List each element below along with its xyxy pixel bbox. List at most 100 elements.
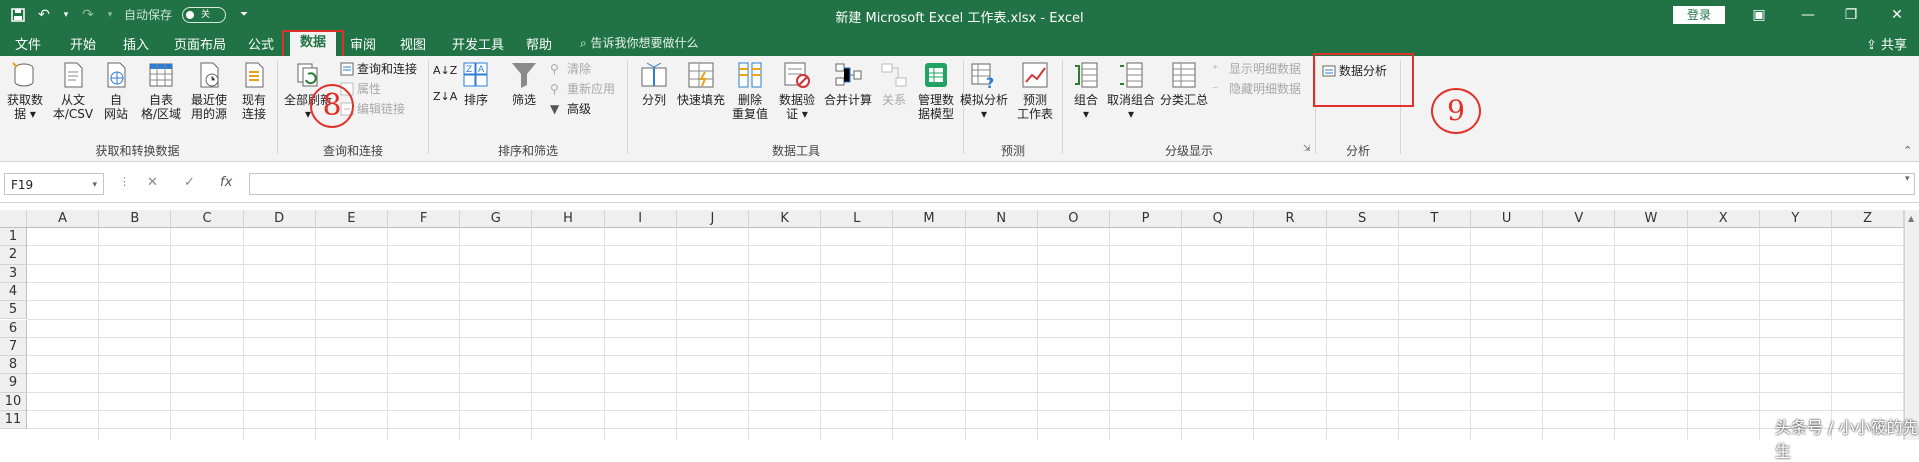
column-header[interactable]: D bbox=[243, 210, 316, 228]
tab-page-layout[interactable]: 页面布局 bbox=[174, 34, 226, 53]
column-header[interactable]: Y bbox=[1759, 210, 1832, 228]
scroll-up-icon[interactable]: ▲ bbox=[1908, 214, 1914, 223]
column-header[interactable]: M bbox=[893, 210, 966, 228]
sort-az-button[interactable]: A↓Z bbox=[433, 64, 457, 77]
forecast-sheet-button[interactable]: 预测 工作表 bbox=[1013, 60, 1057, 121]
column-header[interactable]: V bbox=[1543, 210, 1616, 228]
collapse-ribbon-icon[interactable]: ⌃ bbox=[1903, 144, 1912, 157]
tab-home[interactable]: 开始 bbox=[70, 34, 96, 53]
column-header[interactable]: A bbox=[27, 210, 100, 228]
close-icon[interactable]: ✕ bbox=[1887, 5, 1907, 25]
group-button[interactable]: 组合 ▾ bbox=[1066, 60, 1106, 121]
outline-dialog-launcher-icon[interactable]: ⇲ bbox=[1303, 144, 1311, 154]
hide-detail-button[interactable]: ⁻ 隐藏明细数据 bbox=[1212, 80, 1301, 97]
cancel-entry-icon[interactable]: ✕ bbox=[147, 175, 158, 190]
tab-view[interactable]: 视图 bbox=[400, 34, 426, 53]
column-header[interactable]: I bbox=[604, 210, 677, 228]
name-box[interactable]: F19 ▾ bbox=[4, 173, 104, 195]
login-button[interactable]: 登录 bbox=[1673, 6, 1725, 24]
row-header[interactable]: 2 bbox=[0, 246, 27, 265]
column-header[interactable]: K bbox=[749, 210, 822, 228]
column-header[interactable]: G bbox=[460, 210, 533, 228]
from-web-button[interactable]: 自 网站 bbox=[98, 60, 134, 121]
data-validation-button[interactable]: 数据验 证 ▾ bbox=[773, 60, 821, 121]
tab-review[interactable]: 审阅 bbox=[350, 34, 376, 53]
confirm-entry-icon[interactable]: ✓ bbox=[184, 175, 195, 190]
tab-developer[interactable]: 开发工具 bbox=[452, 34, 504, 53]
get-data-button[interactable]: 获取数 据 ▾ bbox=[2, 60, 48, 121]
row-header[interactable]: 6 bbox=[0, 319, 27, 338]
column-header[interactable]: W bbox=[1615, 210, 1688, 228]
column-header[interactable]: L bbox=[821, 210, 894, 228]
tab-formulas[interactable]: 公式 bbox=[248, 34, 274, 53]
row-header[interactable]: 4 bbox=[0, 282, 27, 302]
save-icon[interactable] bbox=[10, 7, 26, 23]
ribbon-display-options-icon[interactable]: ▣ bbox=[1749, 5, 1769, 25]
row-header[interactable]: 5 bbox=[0, 301, 27, 320]
queries-connections-button[interactable]: 查询和连接 bbox=[340, 60, 417, 77]
row-header[interactable]: 7 bbox=[0, 337, 27, 357]
name-box-dropdown-icon[interactable]: ▾ bbox=[92, 174, 97, 196]
column-header[interactable]: F bbox=[388, 210, 461, 228]
column-header[interactable]: Q bbox=[1182, 210, 1255, 228]
column-header[interactable]: O bbox=[1037, 210, 1110, 228]
row-header[interactable]: 1 bbox=[0, 228, 27, 247]
share-button[interactable]: ⇪ 共享 bbox=[1866, 34, 1907, 53]
row-header[interactable]: 3 bbox=[0, 264, 27, 283]
from-text-csv-button[interactable]: 从文 本/CSV bbox=[50, 60, 96, 121]
row-header[interactable]: 11 bbox=[0, 411, 27, 430]
column-header[interactable]: Z bbox=[1832, 210, 1905, 228]
column-header[interactable]: J bbox=[676, 210, 749, 228]
vertical-scrollbar[interactable]: ▲ bbox=[1904, 210, 1919, 440]
expand-formula-bar-icon[interactable]: ▾ bbox=[1905, 174, 1910, 184]
column-header[interactable]: B bbox=[99, 210, 172, 228]
remove-duplicates-button[interactable]: 删除 重复值 bbox=[728, 60, 772, 121]
undo-icon[interactable]: ↶ bbox=[36, 7, 52, 23]
column-header[interactable]: P bbox=[1110, 210, 1183, 228]
row-header[interactable]: 9 bbox=[0, 374, 27, 393]
formula-input[interactable] bbox=[249, 173, 1915, 195]
redo-icon[interactable]: ↷ bbox=[80, 7, 96, 23]
text-to-columns-button[interactable]: 分列 bbox=[634, 60, 674, 107]
column-header[interactable]: U bbox=[1471, 210, 1544, 228]
minimize-icon[interactable]: — bbox=[1798, 5, 1818, 25]
column-header[interactable]: C bbox=[171, 210, 244, 228]
consolidate-button[interactable]: 合并计算 bbox=[821, 60, 875, 107]
what-if-analysis-button[interactable]: ? 模拟分析 ▾ bbox=[955, 60, 1013, 121]
reapply-button[interactable]: ⚲ 重新应用 bbox=[550, 80, 615, 97]
select-all-corner[interactable] bbox=[0, 210, 27, 228]
from-table-button[interactable]: 自表 格/区域 bbox=[136, 60, 186, 121]
column-header[interactable]: T bbox=[1398, 210, 1471, 228]
manage-data-model-button[interactable]: 管理数 据模型 bbox=[912, 60, 960, 121]
redo-dropdown-icon[interactable]: ▾ bbox=[106, 7, 114, 23]
tab-insert[interactable]: 插入 bbox=[123, 34, 149, 53]
flash-fill-button[interactable]: 快速填充 bbox=[675, 60, 727, 107]
show-detail-button[interactable]: ⁺ 显示明细数据 bbox=[1212, 60, 1301, 77]
ungroup-button[interactable]: 取消组合 ▾ bbox=[1104, 60, 1158, 121]
customize-qat-icon[interactable]: ⏷ bbox=[236, 7, 252, 23]
row-header[interactable]: 8 bbox=[0, 356, 27, 375]
sort-za-button[interactable]: Z↓A bbox=[433, 90, 457, 103]
row-header[interactable]: 10 bbox=[0, 392, 27, 411]
autosave-toggle[interactable]: 关 bbox=[182, 6, 227, 23]
column-header[interactable]: E bbox=[315, 210, 388, 228]
recent-sources-button[interactable]: 最近使 用的源 bbox=[184, 60, 234, 121]
restore-icon[interactable]: ❐ bbox=[1841, 5, 1861, 25]
column-header[interactable]: X bbox=[1687, 210, 1760, 228]
subtotal-button[interactable]: 分类汇总 bbox=[1158, 60, 1210, 107]
column-header[interactable]: S bbox=[1326, 210, 1399, 228]
clear-button[interactable]: ⚲ 清除 bbox=[550, 60, 591, 77]
column-header[interactable]: R bbox=[1254, 210, 1327, 228]
existing-connections-button[interactable]: 现有 连接 bbox=[235, 60, 273, 121]
column-header[interactable]: H bbox=[532, 210, 605, 228]
tell-me-search[interactable]: ⌕ 告诉我你想要做什么 bbox=[580, 34, 699, 51]
undo-dropdown-icon[interactable]: ▾ bbox=[62, 7, 70, 23]
advanced-filter-button[interactable]: ▼ 高级 bbox=[550, 100, 591, 117]
sort-button[interactable]: ZA 排序 bbox=[458, 60, 494, 107]
tab-help[interactable]: 帮助 bbox=[526, 34, 552, 53]
relationships-button[interactable]: 关系 bbox=[876, 60, 912, 107]
column-header[interactable]: N bbox=[965, 210, 1038, 228]
insert-function-icon[interactable]: fx bbox=[220, 175, 232, 190]
tab-file[interactable]: 文件 bbox=[15, 34, 41, 53]
filter-button[interactable]: 筛选 bbox=[506, 60, 542, 107]
